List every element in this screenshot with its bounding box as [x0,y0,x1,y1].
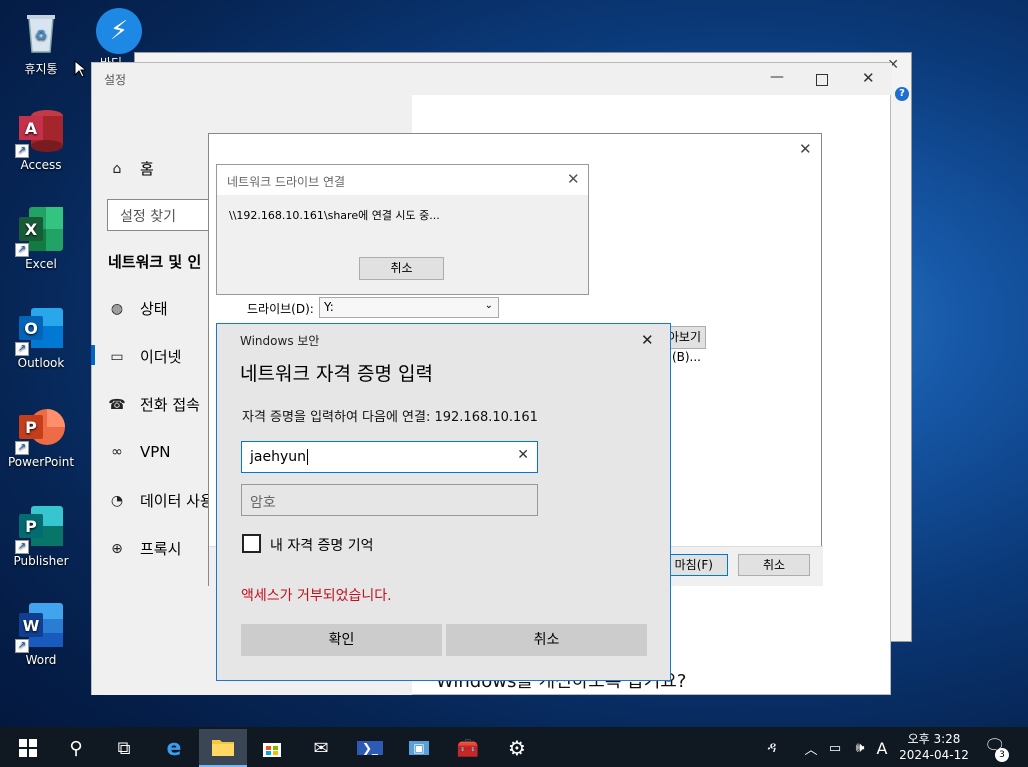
nav-dialup[interactable]: ☎ 전화 접속 [108,394,200,415]
clock[interactable]: 오후 3:28 2024-04-12 [896,731,972,763]
data-usage-icon: ◔ [110,492,124,509]
settings-gear-icon[interactable]: ⚙ [493,729,541,767]
remember-label: 내 자격 증명 기억 [270,538,374,554]
store-icon[interactable] [248,729,296,767]
publisher-label: Publisher [13,554,69,568]
nav-home[interactable]: ⌂ 홈 [108,158,154,179]
nav-selected-indicator [91,345,95,365]
close-button[interactable]: ✕ [862,69,875,87]
clock-date: 2024-04-12 [899,748,969,762]
connecting-message: \\192.168.10.161\share에 연결 시도 중... [229,209,440,222]
word-label: Word [25,653,57,667]
nav-data-usage[interactable]: ◔ 데이터 사용 [108,490,214,511]
powershell-icon[interactable]: ❯_ [346,729,394,767]
network-tray-icon[interactable]: ▭ [824,729,846,767]
clear-input-icon[interactable]: ✕ [517,447,529,463]
settings-title: 설정 [104,73,127,87]
connecting-close-icon[interactable]: ✕ [567,170,580,188]
nav-status[interactable]: ◍ 상태 [108,298,168,319]
show-hidden-icons-chevron[interactable]: ︿ [800,729,822,767]
remember-checkbox[interactable] [242,534,261,553]
task-view-icon[interactable]: ⧉ [100,729,148,767]
notification-count-badge: 3 [995,748,1009,762]
chevron-down-icon: ⌄ [484,300,493,311]
connecting-dialog: 네트워크 드라이브 연결 ✕ \\192.168.10.161\share에 연… [216,164,589,295]
nav-ethernet-label: 이더넷 [140,348,182,366]
connecting-title: 네트워크 드라이브 연결 [227,175,346,189]
credential-prompt: 자격 증명을 입력하여 다음에 연결: 192.168.10.161 [242,410,538,425]
powerpoint-icon[interactable]: P ↗ PowerPoint [6,403,76,469]
ethernet-icon: ▭ [110,348,124,365]
password-input[interactable]: 암호 [241,484,538,516]
toolbox-icon[interactable]: 🧰 [444,729,492,767]
minimize-button[interactable]: — [770,69,784,85]
network-app-icon[interactable]: ▣ [395,729,443,767]
wizard-close-icon[interactable]: ✕ [799,140,812,158]
mail-icon[interactable]: ✉ [297,729,345,767]
access-denied-message: 액세스가 거부되었습니다. [241,588,392,604]
recycle-bin-glyph: ♻ [17,8,65,56]
nav-dialup-label: 전화 접속 [140,396,200,414]
svg-text:♻: ♻ [35,28,48,44]
search-icon[interactable]: ⚲ [52,729,100,767]
excel-label: Excel [25,257,57,271]
svg-text:P: P [25,418,37,437]
file-explorer-icon[interactable] [199,729,247,767]
wizard-cancel-button[interactable]: 취소 [738,554,810,576]
globe-icon: ◍ [110,300,124,317]
outlook-icon[interactable]: O ↗ Outlook [6,304,76,370]
nav-proxy[interactable]: ⊕ 프록시 [108,538,181,559]
recycle-bin-label: 휴지통 [24,62,58,76]
nav-vpn-label: VPN [140,443,171,461]
drive-select[interactable]: Y: ⌄ [319,297,499,318]
access-icon[interactable]: A ↗ Access [6,106,76,172]
proxy-icon: ⊕ [111,540,123,557]
ime-indicator[interactable]: A [872,729,892,767]
credential-dialog: Windows 보안 ✕ 네트워크 자격 증명 입력 자격 증명을 입력하여 다… [216,323,671,681]
username-input[interactable]: jaehyun ✕ [241,441,538,473]
maximize-button[interactable] [816,74,828,86]
clock-time: 오후 3:28 [907,732,961,746]
word-icon[interactable]: W ↗ Word [6,601,76,667]
powerpoint-label: PowerPoint [7,455,75,469]
mouse-cursor-icon [74,60,86,78]
connecting-cancel-button[interactable]: 취소 [359,257,444,280]
section-title: 네트워크 및 인 [108,253,202,271]
nav-ethernet[interactable]: ▭ 이더넷 [108,346,181,367]
people-icon[interactable]: ዳ [752,729,792,767]
svg-text:O: O [24,319,38,338]
svg-text:P: P [25,517,37,536]
edge-icon[interactable]: e [150,729,198,767]
nav-home-label: 홈 [140,160,154,178]
start-button[interactable] [4,729,52,767]
drive-select-value: Y: [324,300,334,314]
credential-heading: 네트워크 자격 증명 입력 [240,363,433,385]
svg-text:W: W [23,617,40,635]
nav-data-usage-label: 데이터 사용 [140,492,214,510]
username-value: jaehyun [250,449,306,465]
svg-text:X: X [25,220,38,239]
text-caret [307,449,308,465]
vpn-icon: ∞ [111,444,123,460]
credential-close-icon[interactable]: ✕ [641,331,654,349]
outlook-label: Outlook [17,356,65,370]
credential-cancel-button[interactable]: 취소 [446,624,647,656]
nav-vpn[interactable]: ∞ VPN [108,443,171,461]
publisher-icon[interactable]: P ↗ Publisher [6,502,76,568]
nav-proxy-label: 프록시 [140,540,182,558]
ok-button[interactable]: 확인 [241,624,442,656]
recycle-bin-icon[interactable]: ♻ 휴지통 [6,8,76,77]
nav-status-label: 상태 [140,300,168,318]
volume-icon[interactable]: 🕪 [848,729,872,767]
dialup-icon: ☎ [108,396,126,413]
credential-window-title: Windows 보안 [240,334,320,348]
bandizip-icon[interactable]: ⚡ [96,8,142,54]
access-label: Access [20,158,62,172]
svg-text:A: A [25,119,38,138]
excel-icon[interactable]: X ↗ Excel [6,205,76,271]
help-icon[interactable]: ? [895,87,909,101]
drive-label: 드라이브(D): [247,302,314,316]
home-icon: ⌂ [112,160,122,177]
